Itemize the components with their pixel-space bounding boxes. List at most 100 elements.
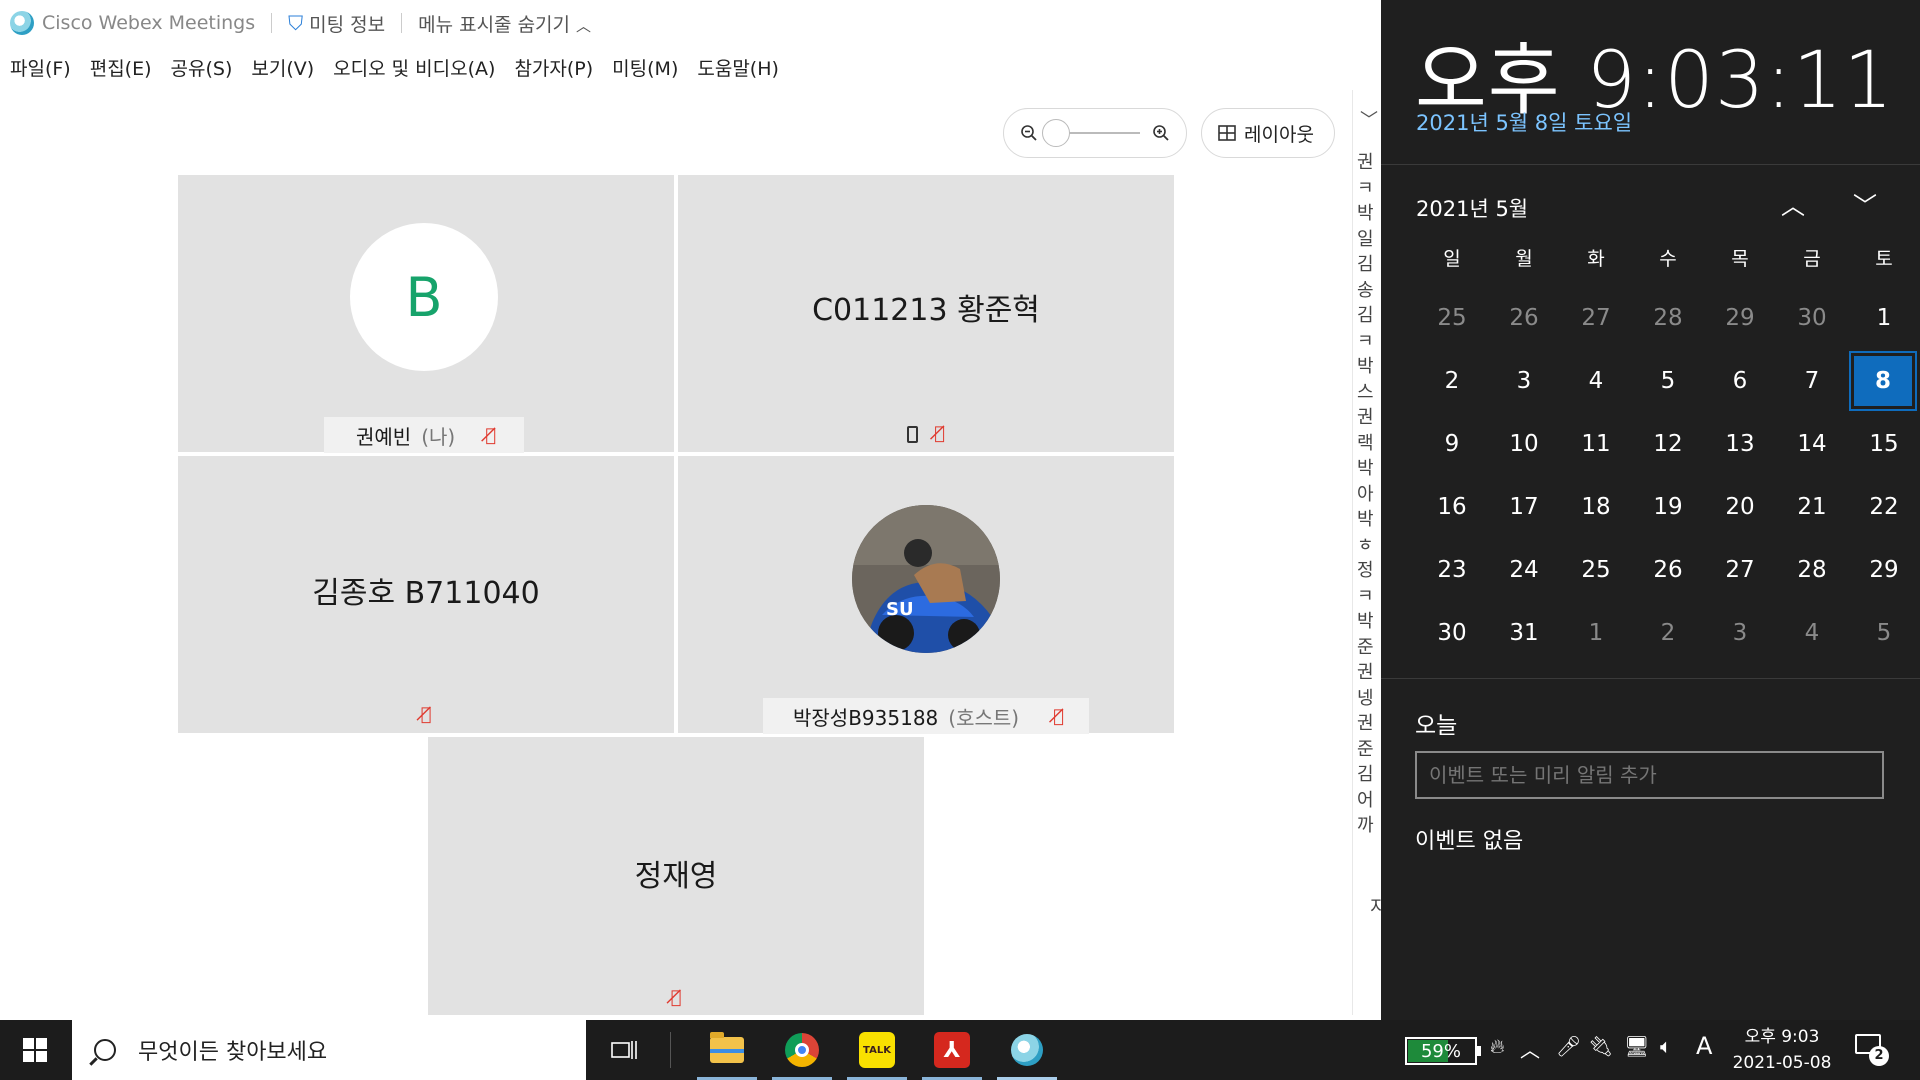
hide-menu-bar-button[interactable]: 메뉴 표시줄 숨기기 ︿ xyxy=(418,10,591,37)
participant-list-item[interactable]: 김 xyxy=(1357,252,1381,278)
zoom-out-icon[interactable] xyxy=(1020,124,1038,142)
menu-help[interactable]: 도움말(H) xyxy=(697,54,779,81)
calendar-day[interactable]: 17 xyxy=(1488,494,1560,520)
flyout-date-link[interactable]: 2021년 5월 8일 토요일 xyxy=(1416,107,1632,137)
calendar-day[interactable]: 6 xyxy=(1704,368,1776,394)
meeting-info-button[interactable]: 미팅 정보 xyxy=(309,10,385,37)
calendar-day[interactable]: 7 xyxy=(1776,368,1848,394)
participant-list-item[interactable]: 박 xyxy=(1357,201,1381,227)
calendar-day[interactable]: 9 xyxy=(1416,431,1488,457)
calendar-day[interactable]: 3 xyxy=(1488,368,1560,394)
menu-participants[interactable]: 참가자(P) xyxy=(514,54,593,81)
participant-list-item[interactable]: 권 xyxy=(1357,150,1381,176)
kakaotalk-button[interactable]: TALK xyxy=(855,1028,899,1072)
participant-list-item[interactable]: ㅎ xyxy=(1357,533,1381,559)
calendar-day[interactable]: 29 xyxy=(1848,557,1920,583)
participant-list-item[interactable]: 권 xyxy=(1357,711,1381,737)
input-method-indicator[interactable]: A xyxy=(1696,1032,1712,1060)
calendar-day[interactable]: 18 xyxy=(1560,494,1632,520)
calendar-day[interactable]: 13 xyxy=(1704,431,1776,457)
file-explorer-button[interactable] xyxy=(705,1028,749,1072)
calendar-day[interactable]: 4 xyxy=(1776,620,1848,646)
battery-indicator[interactable]: 59% xyxy=(1405,1037,1481,1065)
calendar-day[interactable]: 19 xyxy=(1632,494,1704,520)
chevron-down-icon[interactable]: ﹀ xyxy=(1853,186,1877,221)
calendar-day[interactable]: 28 xyxy=(1776,557,1848,583)
calendar-month-title[interactable]: 2021년 5월 xyxy=(1416,193,1528,223)
calendar-day[interactable]: 29 xyxy=(1704,305,1776,331)
start-button[interactable] xyxy=(0,1020,70,1080)
calendar-day[interactable]: 15 xyxy=(1848,431,1920,457)
calendar-day[interactable]: 30 xyxy=(1776,305,1848,331)
menu-audio-video[interactable]: 오디오 및 비디오(A) xyxy=(333,54,495,81)
calendar-day[interactable]: 16 xyxy=(1416,494,1488,520)
menu-share[interactable]: 공유(S) xyxy=(171,54,233,81)
calendar-day[interactable]: 28 xyxy=(1632,305,1704,331)
calendar-day[interactable]: 27 xyxy=(1560,305,1632,331)
chevron-down-icon[interactable]: ﹀ xyxy=(1360,106,1378,132)
power-icon[interactable]: 🔌︎ xyxy=(1588,1034,1613,1058)
calendar-day[interactable]: 11 xyxy=(1560,431,1632,457)
task-view-button[interactable] xyxy=(602,1028,646,1072)
zoom-in-icon[interactable] xyxy=(1152,124,1170,142)
calendar-day[interactable]: 2 xyxy=(1416,368,1488,394)
volume-icon[interactable]: 🔈︎ xyxy=(1660,1034,1672,1058)
video-tile-host[interactable]: SU 박장성B935188 (호스트) 🎙̸ xyxy=(678,456,1174,734)
calendar-day[interactable]: 31 xyxy=(1488,620,1560,646)
participant-list-item[interactable]: ㅋ xyxy=(1357,584,1381,610)
zoom-slider-handle[interactable] xyxy=(1042,119,1070,147)
layout-button[interactable]: 레이아웃 xyxy=(1201,108,1335,158)
calendar-day[interactable]: 22 xyxy=(1848,494,1920,520)
participant-list-item[interactable]: ㅋ xyxy=(1357,329,1381,355)
participant-list-item[interactable]: 랙 xyxy=(1357,431,1381,457)
network-icon[interactable]: 🖥︎ xyxy=(1624,1034,1649,1058)
participant-list-item[interactable]: 준 xyxy=(1357,737,1381,763)
menu-edit[interactable]: 편집(E) xyxy=(90,54,152,81)
calendar-day[interactable]: 12 xyxy=(1632,431,1704,457)
calendar-day[interactable]: 1 xyxy=(1560,620,1632,646)
chrome-button[interactable] xyxy=(780,1028,824,1072)
participant-list-item[interactable]: 권 xyxy=(1357,660,1381,686)
video-tile-participant[interactable]: 김종호 B711040 🎙̸ xyxy=(178,456,674,733)
participant-list-item[interactable]: 정 xyxy=(1357,558,1381,584)
calendar-day[interactable]: 5 xyxy=(1848,620,1920,646)
calendar-day[interactable]: 24 xyxy=(1488,557,1560,583)
calendar-day[interactable]: 30 xyxy=(1416,620,1488,646)
participant-list-item[interactable]: 어 xyxy=(1357,788,1381,814)
zoom-control[interactable] xyxy=(1003,108,1187,158)
calendar-day[interactable]: 10 xyxy=(1488,431,1560,457)
calendar-day[interactable]: 3 xyxy=(1704,620,1776,646)
calendar-day[interactable]: 20 xyxy=(1704,494,1776,520)
participant-list-item[interactable]: 준 xyxy=(1357,635,1381,661)
search-box[interactable]: 무엇이든 찾아보세요 xyxy=(72,1020,586,1080)
calendar-day[interactable]: 26 xyxy=(1632,557,1704,583)
participant-list-item[interactable]: 김 xyxy=(1357,303,1381,329)
calendar-day[interactable]: 14 xyxy=(1776,431,1848,457)
participant-list-item[interactable]: 아 xyxy=(1357,482,1381,508)
calendar-day[interactable]: 23 xyxy=(1416,557,1488,583)
participant-list-item[interactable]: 송 xyxy=(1357,278,1381,304)
participant-list-item[interactable]: 김 xyxy=(1357,762,1381,788)
webex-button[interactable] xyxy=(1005,1028,1049,1072)
participant-list-item[interactable]: 박 xyxy=(1357,354,1381,380)
menu-file[interactable]: 파일(F) xyxy=(10,54,71,81)
calendar-day[interactable]: 25 xyxy=(1416,305,1488,331)
participant-list-item[interactable]: 넹 xyxy=(1357,686,1381,712)
participant-list-item[interactable]: ㅋ xyxy=(1357,176,1381,202)
participant-list-item[interactable]: 박 xyxy=(1357,456,1381,482)
acrobat-button[interactable]: ⅄ xyxy=(930,1028,974,1072)
menu-view[interactable]: 보기(V) xyxy=(251,54,314,81)
participant-list-item[interactable]: 박 xyxy=(1357,609,1381,635)
chevron-up-icon[interactable]: ︿ xyxy=(1781,186,1805,221)
participant-list-item[interactable]: 까 xyxy=(1357,813,1381,839)
zoom-slider[interactable] xyxy=(1042,119,1140,147)
participant-list-item[interactable]: 권 xyxy=(1357,405,1381,431)
video-tile-me[interactable]: B 권예빈 (나) 🎙̸ xyxy=(178,175,674,453)
add-event-input[interactable] xyxy=(1415,751,1884,799)
calendar-day-today[interactable]: 8 xyxy=(1849,350,1917,411)
calendar-day[interactable]: 26 xyxy=(1488,305,1560,331)
taskbar-clock[interactable]: 오후 9:03 2021-05-08 xyxy=(1730,1024,1834,1076)
video-tile-participant[interactable]: C011213 황준혁 🎙̸ xyxy=(678,175,1174,452)
video-tile-participant[interactable]: 정재영 🎙̸ xyxy=(428,737,924,1015)
calendar-day[interactable]: 25 xyxy=(1560,557,1632,583)
